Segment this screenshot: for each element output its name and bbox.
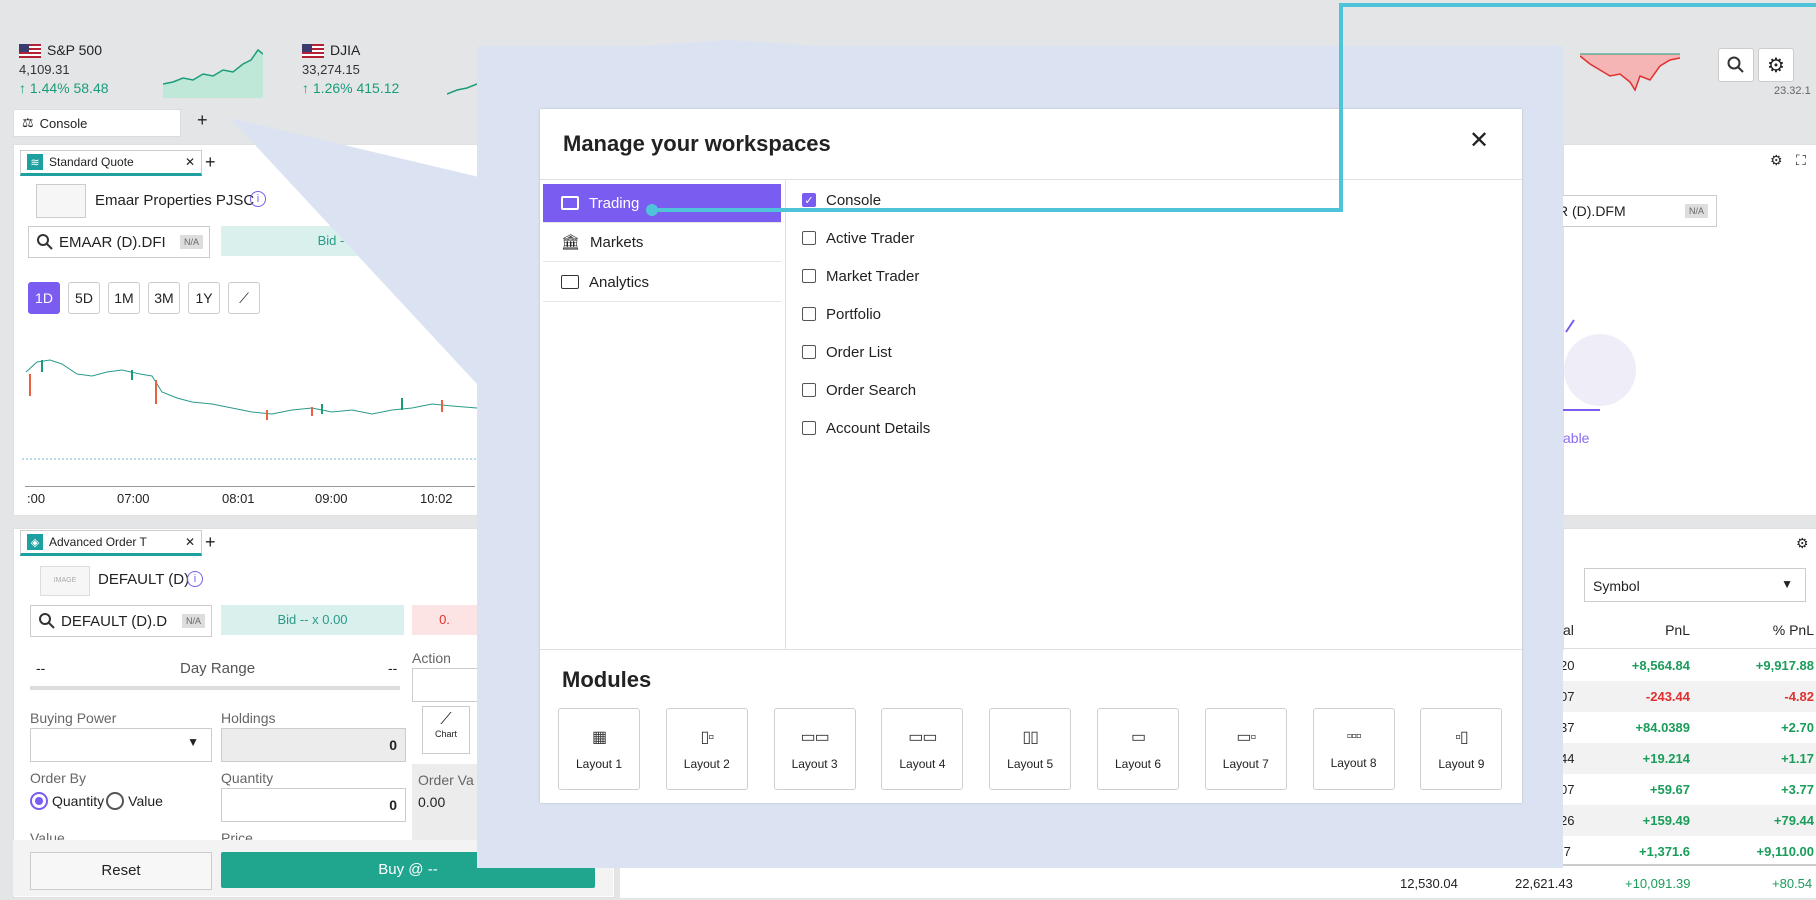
highlight-connector xyxy=(646,3,1816,216)
